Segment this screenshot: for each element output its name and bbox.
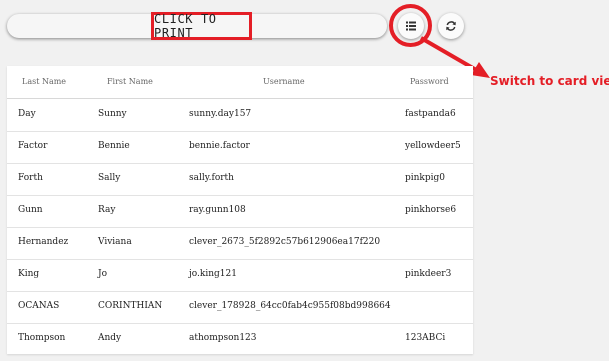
cell-first-name: Jo — [98, 269, 108, 279]
switch-to-card-view-button[interactable] — [398, 13, 424, 39]
cell-last-name: Forth — [18, 173, 43, 183]
header-first-name[interactable]: First Name — [107, 77, 153, 86]
cell-last-name: Factor — [18, 141, 48, 151]
cell-password: pinkdeer3 — [405, 269, 452, 279]
cell-username: bennie.factor — [189, 141, 250, 151]
cell-last-name: Thompson — [18, 333, 66, 343]
cell-last-name: Gunn — [18, 205, 43, 215]
table-row[interactable]: Factor Bennie bennie.factor yellowdeer5 — [7, 131, 473, 164]
cell-username: athompson123 — [189, 333, 257, 343]
table-row[interactable]: King Jo jo.king121 pinkdeer3 — [7, 259, 473, 292]
cell-last-name: OCANAS — [18, 301, 60, 311]
cell-username: sally.forth — [189, 173, 234, 183]
cell-last-name: Day — [18, 109, 36, 119]
cell-password: fastpanda6 — [405, 109, 456, 119]
table-row[interactable]: Thompson Andy athompson123 123ABCi — [7, 323, 473, 355]
table-row[interactable]: Day Sunny sunny.day157 fastpanda6 — [7, 99, 473, 132]
table-row[interactable]: Gunn Ray ray.gunn108 pinkhorse6 — [7, 195, 473, 228]
cell-last-name: Hernandez — [18, 237, 69, 247]
table-row[interactable]: Hernandez Viviana clever_2673_5f2892c57b… — [7, 227, 473, 260]
cell-username: clever_2673_5f2892c57b612906ea17f220 — [189, 237, 381, 247]
users-table: Last Name First Name Username Password D… — [7, 66, 473, 354]
header-username[interactable]: Username — [263, 77, 305, 86]
cell-username: jo.king121 — [189, 269, 237, 279]
cell-first-name: CORINTHIAN — [98, 301, 163, 311]
cell-username: clever_178928_64cc0fab4c955f08bd998664 — [189, 301, 391, 311]
header-password[interactable]: Password — [410, 77, 449, 86]
view-list-icon — [406, 21, 416, 31]
cell-first-name: Andy — [98, 333, 122, 343]
table-row[interactable]: OCANAS CORINTHIAN clever_178928_64cc0fab… — [7, 291, 473, 324]
cell-first-name: Viviana — [98, 237, 132, 247]
cell-username: sunny.day157 — [189, 109, 252, 119]
switch-to-card-view-callout: Switch to card view — [490, 74, 609, 88]
cell-password: pinkhorse6 — [405, 205, 457, 215]
cell-password: pinkpig0 — [405, 173, 446, 183]
cell-first-name: Ray — [98, 205, 116, 215]
cell-username: ray.gunn108 — [189, 205, 246, 215]
cell-last-name: King — [18, 269, 40, 279]
header-last-name[interactable]: Last Name — [22, 77, 66, 86]
table-row[interactable]: Forth Sally sally.forth pinkpig0 — [7, 163, 473, 196]
cell-first-name: Sunny — [98, 109, 127, 119]
cell-first-name: Bennie — [98, 141, 130, 151]
click-to-print-button[interactable]: CLICK TO PRINT — [151, 12, 252, 40]
cell-first-name: Sally — [98, 173, 121, 183]
cell-password: 123ABCi — [405, 333, 446, 343]
refresh-button[interactable] — [438, 13, 464, 39]
refresh-icon — [446, 21, 456, 31]
cell-password: yellowdeer5 — [405, 141, 461, 151]
table-header: Last Name First Name Username Password — [7, 66, 473, 99]
